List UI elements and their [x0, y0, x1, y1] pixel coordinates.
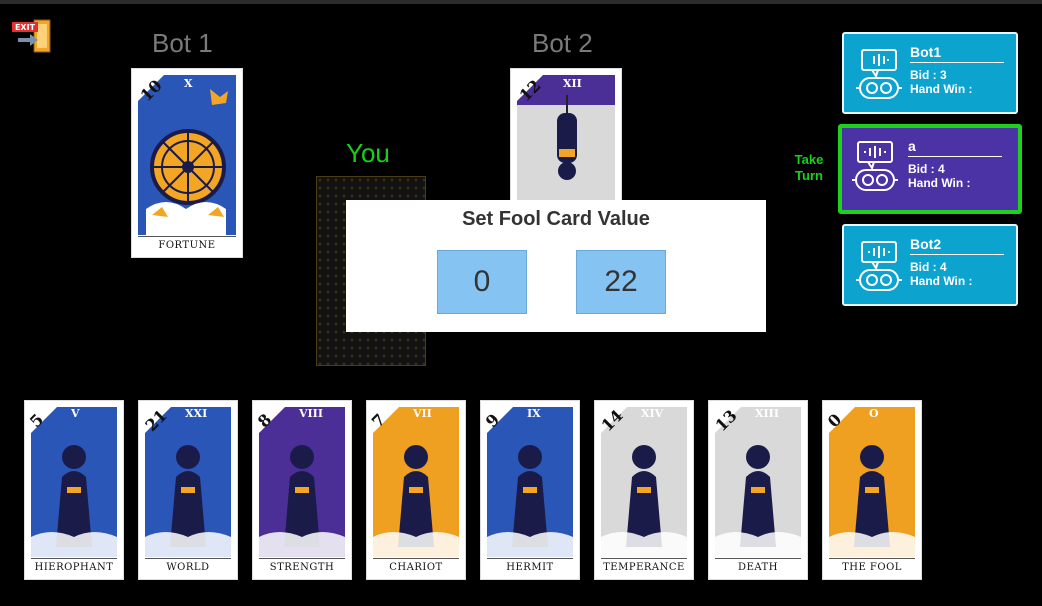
- card-roman: XIII: [755, 407, 779, 420]
- card-name: WORLD: [166, 562, 210, 573]
- take-turn-indicator: Take Turn: [794, 152, 824, 183]
- card-roman: XII: [563, 77, 582, 90]
- card-rule: [829, 558, 915, 559]
- fool-value-dialog: Set Fool Card Value 0 22: [346, 200, 766, 332]
- bot1-label: Bot 1: [152, 28, 213, 58]
- card-name: HERMIT: [506, 562, 554, 573]
- exit-sign-text: EXIT: [15, 23, 36, 32]
- player-name: a: [908, 138, 916, 154]
- card-name: THE FOOL: [842, 562, 902, 573]
- hand-card-the-fool[interactable]: 0 O THE FOOL: [822, 400, 922, 580]
- card-name: TEMPERANCE: [603, 562, 685, 573]
- card-rule: [601, 558, 687, 559]
- hand-card-strength[interactable]: 8 VIII STRENGTH: [252, 400, 352, 580]
- hand-card-hierophant[interactable]: 5 V HIEROPHANT: [24, 400, 124, 580]
- card-name: HIEROPHANT: [34, 562, 114, 573]
- hand-card-hermit[interactable]: 9 IX HERMIT: [480, 400, 580, 580]
- bot2-label: Bot 2: [532, 28, 593, 58]
- player-bid: Bid : 4: [908, 162, 945, 176]
- player-bid: Bid : 3: [910, 68, 947, 82]
- hand-card-world[interactable]: 21 XXI WORLD: [138, 400, 238, 580]
- fool-value-0-button[interactable]: 0: [437, 250, 527, 314]
- player-hand-win: Hand Win :: [910, 82, 973, 96]
- hand-card-death[interactable]: 13 XIII DEATH: [708, 400, 808, 580]
- player-name: Bot1: [910, 44, 942, 60]
- card-rule: [715, 558, 801, 559]
- card-roman: O: [869, 407, 879, 420]
- name-underline: [908, 156, 1002, 157]
- hand-card-temperance[interactable]: 14 XIV TEMPERANCE: [594, 400, 694, 580]
- card-roman: X: [184, 77, 193, 90]
- bot2-played-card: 12 XII: [510, 68, 622, 210]
- exit-door-icon: EXIT: [12, 19, 51, 53]
- card-rule: [31, 558, 117, 559]
- bot1-played-card: 10 X FORTUNE: [131, 68, 243, 258]
- player-hand-win: Hand Win :: [908, 176, 971, 190]
- robot-icon: [856, 241, 902, 291]
- card-rule: [487, 558, 573, 559]
- top-bar: [0, 0, 1042, 4]
- hand-card-chariot[interactable]: 7 VII CHARIOT: [366, 400, 466, 580]
- exit-button[interactable]: EXIT: [12, 18, 52, 54]
- player-name: Bot2: [910, 236, 942, 252]
- fool-value-22-button[interactable]: 22: [576, 250, 666, 314]
- card-roman: VIII: [299, 407, 323, 420]
- card-name: STRENGTH: [269, 562, 335, 573]
- card-roman: XIV: [641, 407, 664, 420]
- player-bid: Bid : 4: [910, 260, 947, 274]
- name-underline: [910, 62, 1004, 63]
- card-rule: [373, 558, 459, 559]
- you-label: You: [346, 138, 390, 168]
- scoreboard-bot2: Bot2 Bid : 4 Hand Win :: [842, 224, 1018, 306]
- card-roman: XXI: [185, 407, 208, 420]
- card-roman: VII: [413, 407, 432, 420]
- card-name: DEATH: [738, 562, 778, 573]
- card-name: FORTUNE: [158, 240, 216, 251]
- name-underline: [910, 254, 1004, 255]
- dialog-title: Set Fool Card Value: [462, 208, 650, 230]
- card-rule: [259, 558, 345, 559]
- card-rule: [145, 558, 231, 559]
- scoreboard-you: a Bid : 4 Hand Win :: [838, 124, 1022, 214]
- card-rule: [138, 236, 236, 237]
- robot-icon: [852, 141, 898, 191]
- player-hand-win: Hand Win :: [910, 274, 973, 288]
- scoreboard-bot1: Bot1 Bid : 3 Hand Win :: [842, 32, 1018, 114]
- card-roman: V: [71, 407, 80, 420]
- card-name: CHARIOT: [389, 562, 443, 573]
- card-roman: IX: [527, 407, 541, 420]
- robot-icon: [856, 49, 902, 99]
